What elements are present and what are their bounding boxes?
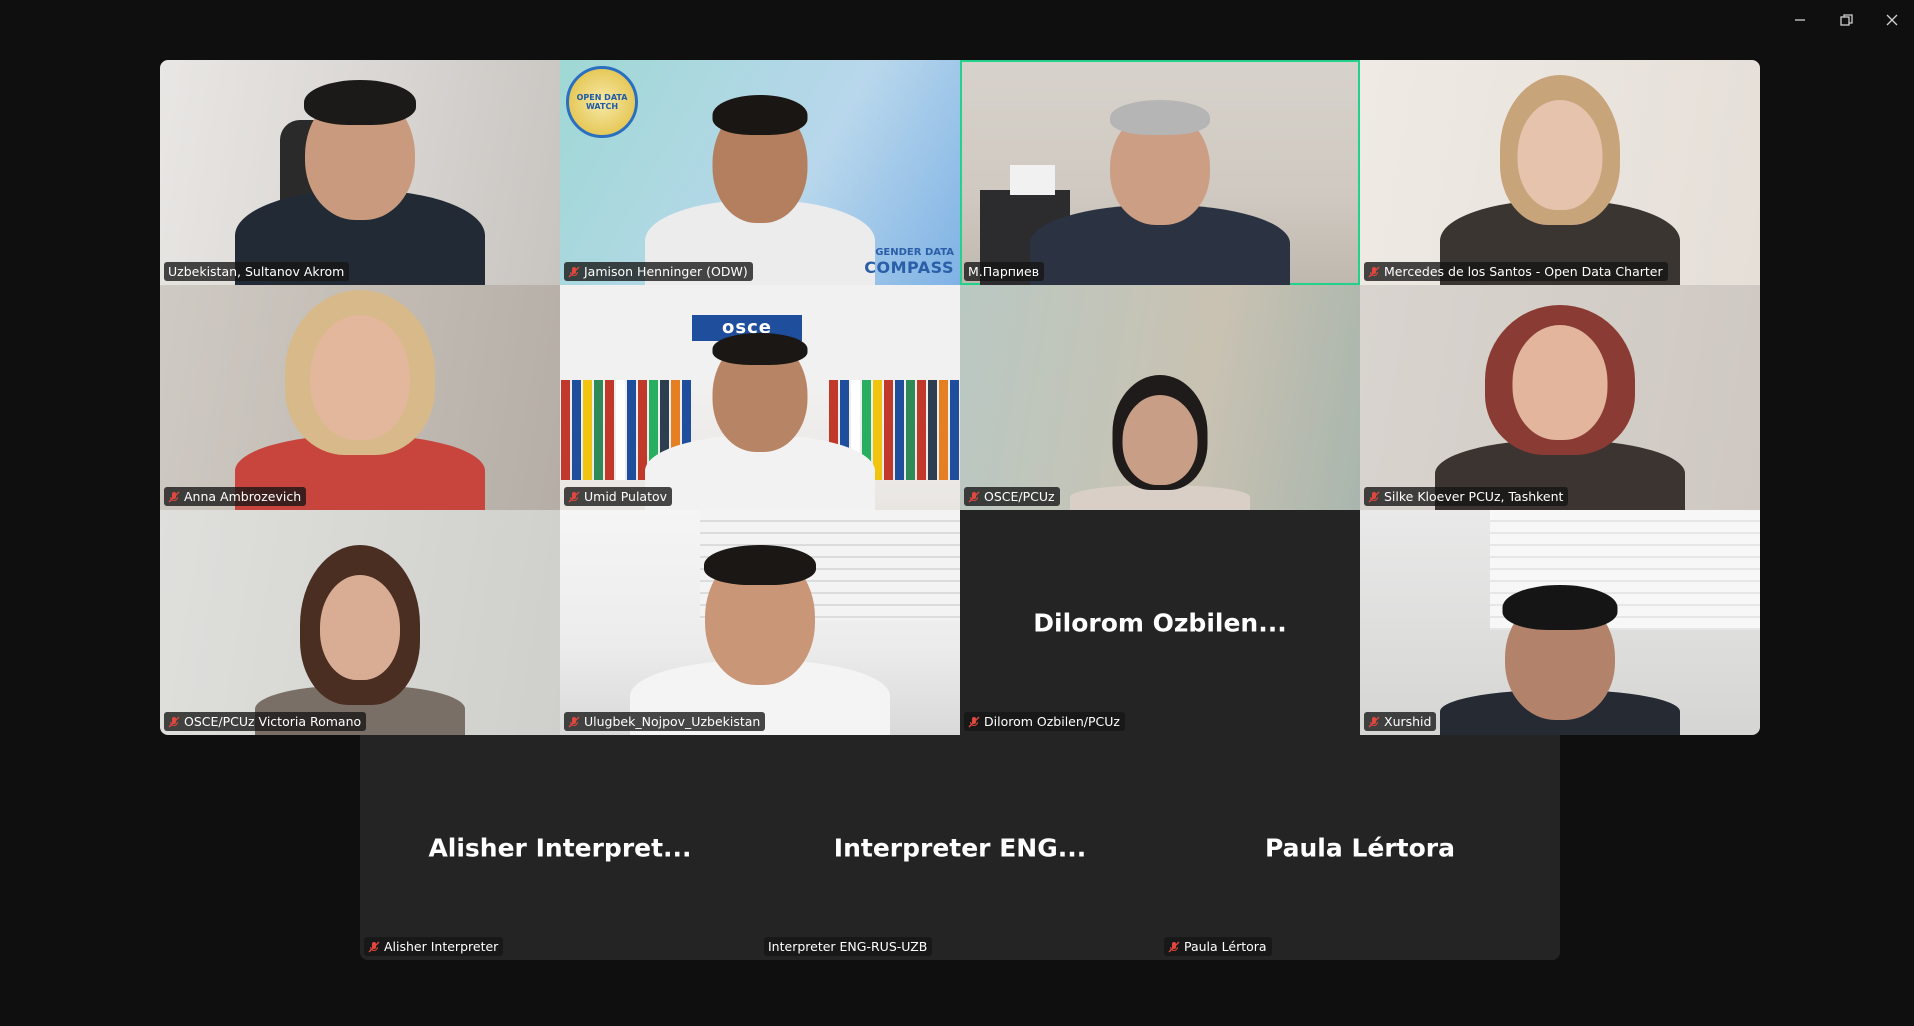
mic-muted-icon	[368, 941, 380, 953]
participant-name-label: Silke Kloever PCUz, Tashkent	[1364, 487, 1569, 506]
participant-name: OSCE/PCUz	[984, 489, 1055, 504]
video-feed	[560, 510, 960, 735]
window-controls	[1786, 8, 1906, 32]
participant-name-label: Ulugbek_Nojpov_Uzbekistan	[564, 712, 766, 731]
video-tile[interactable]: Xurshid	[1360, 510, 1760, 735]
video-tile[interactable]: OSCE/PCUz	[960, 285, 1360, 510]
video-tile[interactable]: OSCE/PCUz Victoria Romano	[160, 510, 560, 735]
video-feed	[160, 510, 560, 735]
video-feed	[960, 60, 1360, 285]
video-tile-no-video[interactable]: Alisher Interpret... Alisher Interpreter	[360, 735, 760, 960]
mic-muted-icon	[968, 716, 980, 728]
participant-name-label: Dilorom Ozbilen/PCUz	[964, 712, 1125, 731]
video-tile-no-video[interactable]: Interpreter ENG... Interpreter ENG-RUS-U…	[760, 735, 1160, 960]
mic-muted-icon	[568, 491, 580, 503]
participant-name: Anna Ambrozevich	[184, 489, 302, 504]
mic-muted-icon	[568, 716, 580, 728]
participant-name: Umid Pulatov	[584, 489, 668, 504]
participant-display-name: Alisher Interpret...	[428, 833, 692, 862]
video-tile[interactable]: Uzbekistan, Sultanov Akrom	[160, 60, 560, 285]
participant-name-label: OSCE/PCUz	[964, 487, 1060, 506]
video-feed	[1360, 510, 1760, 735]
video-feed	[1360, 60, 1760, 285]
video-tile-active-speaker[interactable]: М.Парпиев	[960, 60, 1360, 285]
participant-name: Jamison Henninger (ODW)	[584, 264, 748, 279]
close-button[interactable]	[1878, 8, 1906, 32]
participant-name-label: OSCE/PCUz Victoria Romano	[164, 712, 367, 731]
participant-name: OSCE/PCUz Victoria Romano	[184, 714, 362, 729]
participant-display-name: Dilorom Ozbilen...	[1033, 608, 1287, 637]
participant-display-name: Interpreter ENG...	[833, 833, 1087, 862]
video-tile[interactable]: Silke Kloever PCUz, Tashkent	[1360, 285, 1760, 510]
participant-name: Silke Kloever PCUz, Tashkent	[1384, 489, 1564, 504]
video-feed: osce	[560, 285, 960, 510]
participant-display-name: Paula Lértora	[1264, 833, 1455, 862]
participant-name: Mercedes de los Santos - Open Data Chart…	[1384, 264, 1663, 279]
mic-muted-icon	[168, 716, 180, 728]
participant-name-label: Interpreter ENG-RUS-UZB	[764, 937, 933, 956]
video-tile[interactable]: OPEN DATA WATCH GENDER DATA COMPASS Jami…	[560, 60, 960, 285]
participant-name-label: Xurshid	[1364, 712, 1437, 731]
participant-name: Paula Lértora	[1184, 939, 1267, 954]
participant-name-label: Uzbekistan, Sultanov Akrom	[164, 262, 350, 281]
participant-name: Alisher Interpreter	[384, 939, 499, 954]
participant-name-label: Anna Ambrozevich	[164, 487, 307, 506]
participant-name: Interpreter ENG-RUS-UZB	[768, 939, 928, 954]
participant-name-label: Alisher Interpreter	[364, 937, 504, 956]
video-feed	[160, 60, 560, 285]
participant-name-label: Jamison Henninger (ODW)	[564, 262, 753, 281]
participant-name: Uzbekistan, Sultanov Akrom	[168, 264, 345, 279]
video-gallery: Uzbekistan, Sultanov Akrom OPEN DATA WAT…	[160, 60, 1760, 735]
video-tile[interactable]: osce Umid Pulatov	[560, 285, 960, 510]
participant-name-label: Mercedes de los Santos - Open Data Chart…	[1364, 262, 1668, 281]
participant-name: Dilorom Ozbilen/PCUz	[984, 714, 1120, 729]
video-tile[interactable]: Ulugbek_Nojpov_Uzbekistan	[560, 510, 960, 735]
video-tile-no-video[interactable]: Dilorom Ozbilen... Dilorom Ozbilen/PCUz	[960, 510, 1360, 735]
participant-name-label: Umid Pulatov	[564, 487, 673, 506]
mic-muted-icon	[1368, 491, 1380, 503]
participant-name: М.Парпиев	[968, 264, 1040, 279]
mic-muted-icon	[168, 491, 180, 503]
participant-name-label: Paula Lértora	[1164, 937, 1272, 956]
restore-button[interactable]	[1832, 8, 1860, 32]
video-feed	[1360, 285, 1760, 510]
participant-name: Ulugbek_Nojpov_Uzbekistan	[584, 714, 761, 729]
mic-muted-icon	[1168, 941, 1180, 953]
video-tile[interactable]: Anna Ambrozevich	[160, 285, 560, 510]
video-feed	[960, 285, 1360, 510]
restore-icon	[1839, 13, 1853, 26]
mic-muted-icon	[1368, 716, 1380, 728]
video-feed: OPEN DATA WATCH GENDER DATA COMPASS	[560, 60, 960, 285]
mic-muted-icon	[568, 266, 580, 278]
participant-name: Xurshid	[1384, 714, 1432, 729]
minimize-icon	[1795, 19, 1805, 21]
video-gallery-bottom-row: Alisher Interpret... Alisher Interpreter…	[360, 735, 1560, 960]
participant-name-label: М.Парпиев	[964, 262, 1045, 281]
close-icon	[1886, 14, 1898, 26]
video-tile[interactable]: Mercedes de los Santos - Open Data Chart…	[1360, 60, 1760, 285]
gender-data-compass-overlay: GENDER DATA COMPASS	[864, 247, 954, 277]
mic-muted-icon	[968, 491, 980, 503]
minimize-button[interactable]	[1786, 8, 1814, 32]
mic-muted-icon	[1368, 266, 1380, 278]
video-feed	[160, 285, 560, 510]
video-tile-no-video[interactable]: Paula Lértora Paula Lértora	[1160, 735, 1560, 960]
